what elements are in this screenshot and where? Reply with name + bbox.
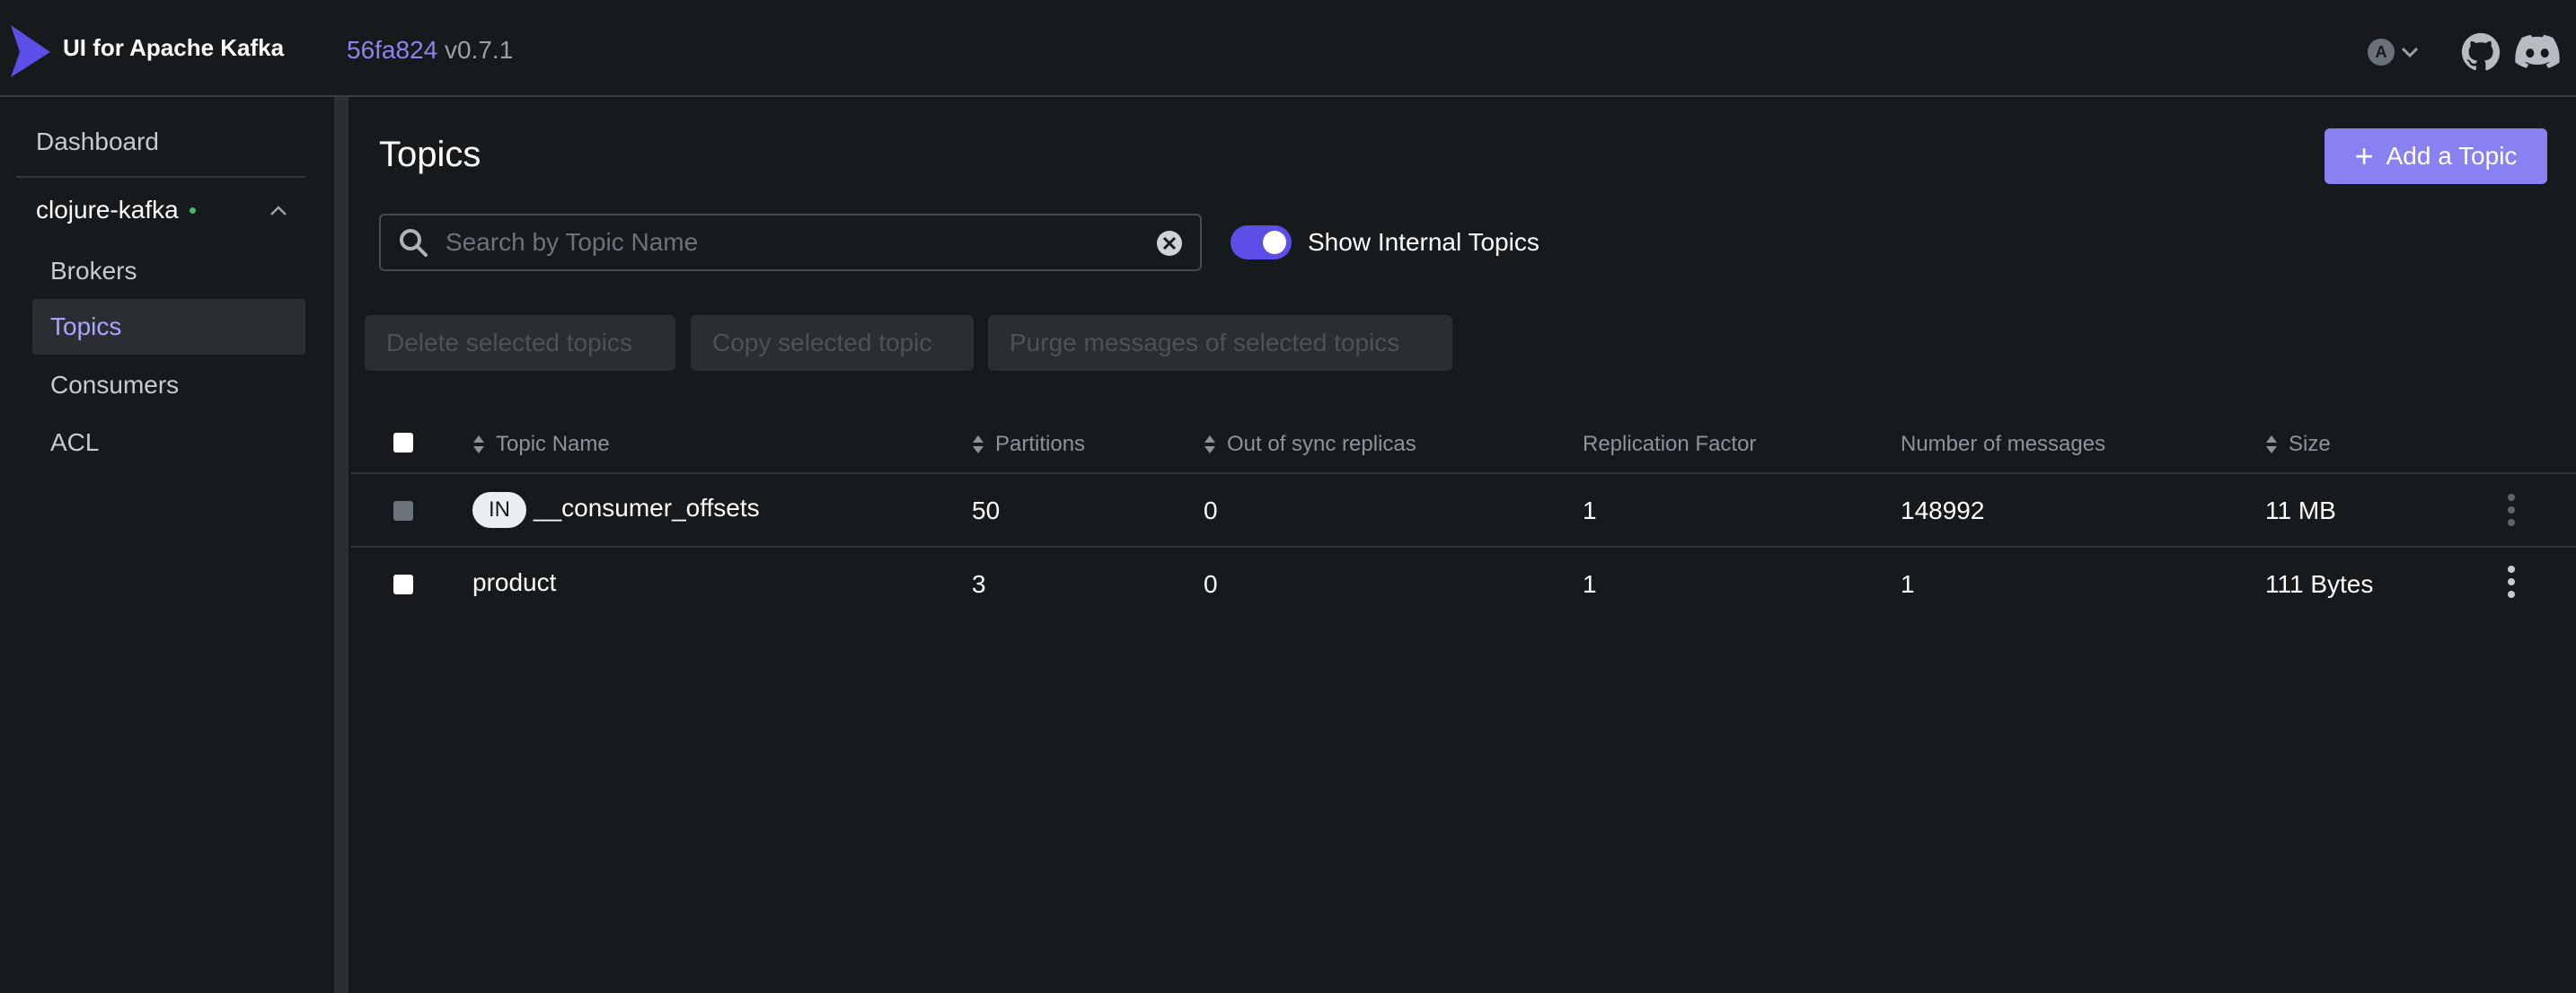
version-label: v0.7.1 [445,36,514,64]
chevron-up-icon[interactable] [266,201,291,219]
select-all-checkbox[interactable] [393,433,413,453]
column-replication-factor: Replication Factor [1583,432,1756,457]
cluster-name: clojure-kafka [36,196,179,224]
table-divider [350,472,2576,474]
column-partitions[interactable]: Partitions [972,432,1085,457]
row-checkbox[interactable] [393,575,413,594]
commit-link[interactable]: 56fa824 [347,36,437,64]
size-value: 11 MB [2265,496,2336,524]
cluster-toggle[interactable]: clojure-kafka [36,196,196,224]
out-of-sync-value: 0 [1204,570,1218,598]
kafka-ui-logo[interactable] [7,23,52,79]
sidebar-item-acl[interactable]: ACL [32,415,305,470]
sort-icon [2266,435,2277,453]
purge-selected-button[interactable]: Purge messages of selected topics [988,315,1452,371]
replication-value: 1 [1583,570,1597,598]
sidebar-item-dashboard[interactable]: Dashboard [36,127,159,156]
column-label: Partitions [995,432,1086,456]
table-divider [350,546,2576,548]
theme-selector[interactable]: A [2368,36,2420,68]
chevron-down-icon [2401,47,2419,58]
messages-value: 148992 [1901,496,1985,524]
show-internal-toggle[interactable] [1231,225,1292,259]
sort-icon [973,435,984,453]
search-input[interactable] [444,227,1130,258]
show-internal-label: Show Internal Topics [1308,228,1539,256]
partitions-value: 50 [972,496,1001,524]
cluster-status-dot [189,207,196,214]
column-label: Replication Factor [1583,432,1757,456]
column-topic-name[interactable]: Topic Name [472,432,610,457]
row-menu-icon[interactable] [2508,566,2517,598]
topic-search [379,214,1202,271]
sort-icon [1204,435,1215,453]
out-of-sync-value: 0 [1204,496,1218,524]
topic-name-link[interactable]: __consumer_offsets [534,494,760,523]
delete-selected-button[interactable]: Delete selected topics [365,315,675,371]
version-info: 56fa824 v0.7.1 [347,36,513,65]
clear-search-icon[interactable] [1155,229,1184,258]
column-label: Out of sync replicas [1227,432,1416,456]
add-topic-label: Add a Topic [2386,142,2518,170]
column-label: Number of messages [1901,432,2106,456]
app-title[interactable]: UI for Apache Kafka [63,34,284,62]
replication-value: 1 [1583,496,1597,524]
sort-icon [473,435,484,453]
topic-name-link[interactable]: product [472,568,556,597]
column-size[interactable]: Size [2265,432,2331,457]
sidebar [0,97,334,993]
sidebar-item-brokers[interactable]: Brokers [32,243,305,299]
github-icon[interactable] [2461,32,2501,72]
column-number-of-messages: Number of messages [1901,432,2105,457]
size-value: 111 Bytes [2265,570,2374,598]
messages-value: 1 [1901,570,1915,598]
search-icon [400,229,428,257]
toggle-knob [1263,231,1286,254]
sidebar-divider [16,176,305,178]
theme-auto-icon: A [2368,39,2395,66]
row-menu-icon[interactable] [2508,494,2517,526]
sidebar-scrollbar[interactable] [334,97,348,993]
page-title: Topics [379,135,481,174]
column-label: Size [2289,432,2331,456]
partitions-value: 3 [972,570,986,598]
column-out-of-sync[interactable]: Out of sync replicas [1204,432,1416,457]
sidebar-item-topics[interactable]: Topics [32,299,305,355]
discord-icon[interactable] [2515,34,2560,70]
sidebar-item-consumers[interactable]: Consumers [32,357,305,413]
plus-icon: + [2354,137,2374,174]
row-checkbox [393,501,413,521]
internal-badge: IN [472,492,526,528]
copy-selected-button[interactable]: Copy selected topic [691,315,974,371]
top-bar: UI for Apache Kafka 56fa824 v0.7.1 A [0,0,2576,97]
column-label: Topic Name [496,432,610,456]
add-topic-button[interactable]: + Add a Topic [2325,128,2547,184]
